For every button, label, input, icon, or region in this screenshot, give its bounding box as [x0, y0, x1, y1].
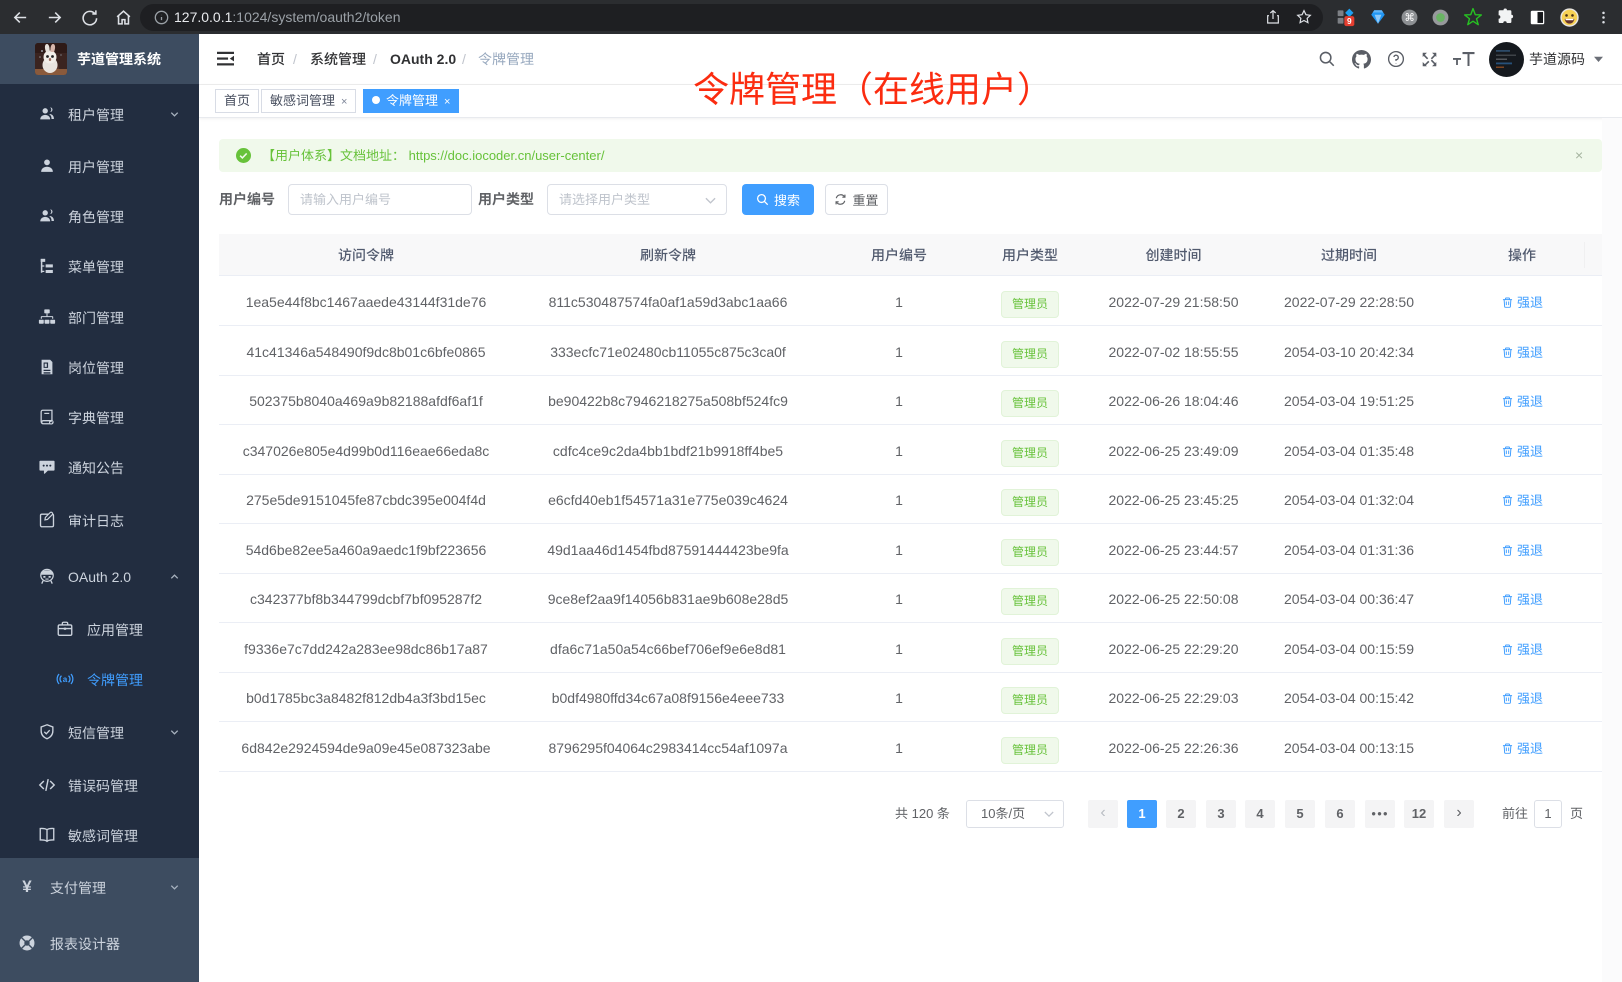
svg-text:a: a — [63, 675, 68, 684]
svg-text:⌘: ⌘ — [1404, 13, 1414, 24]
svg-text:9: 9 — [1347, 16, 1352, 26]
